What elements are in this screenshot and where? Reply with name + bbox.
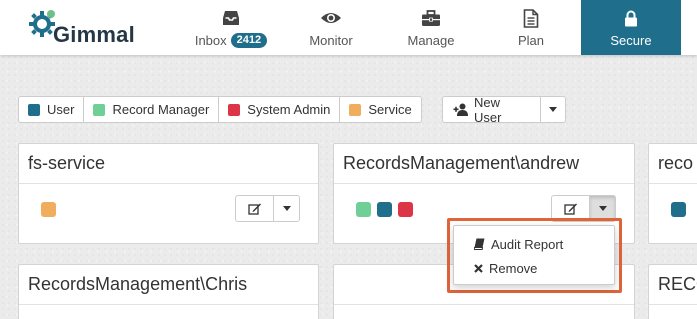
nav-plan-label: Plan xyxy=(517,33,545,48)
card-action-group xyxy=(551,195,616,222)
service-role-dot xyxy=(41,202,56,217)
user-card-title: RecordsManagement\andrew xyxy=(334,144,634,184)
role-indicators xyxy=(356,202,413,217)
role-legend-filter: User Record Manager System Admin Service xyxy=(18,96,422,123)
user-card: fs-service xyxy=(18,143,319,244)
user-card-title: reco xyxy=(649,144,697,184)
add-user-icon xyxy=(453,103,469,116)
nav-secure[interactable]: Secure xyxy=(581,0,681,55)
role-indicators xyxy=(41,202,56,217)
legend-system-admin-label: System Admin xyxy=(247,102,331,117)
user-role-dot xyxy=(377,202,392,217)
edit-user-button[interactable] xyxy=(552,196,590,221)
user-role-swatch xyxy=(28,103,40,116)
caret-down-icon xyxy=(282,206,291,211)
caret-down-icon xyxy=(549,107,557,112)
user-card: RecordsManagement\Chris xyxy=(18,264,319,319)
new-user-button-group: New User xyxy=(442,94,566,125)
card-actions-dropdown-menu: Audit Report Remove xyxy=(453,225,615,285)
nav-secure-label: Secure xyxy=(610,33,652,48)
edit-icon xyxy=(247,203,261,215)
gimmal-logo[interactable]: Gimmal xyxy=(28,8,143,48)
legend-service-label: Service xyxy=(368,102,412,117)
user-card: RECO xyxy=(648,264,697,319)
card-action-group xyxy=(235,195,300,222)
legend-user[interactable]: User xyxy=(19,97,85,122)
x-icon xyxy=(474,263,483,273)
legend-user-label: User xyxy=(47,102,75,117)
record-manager-role-swatch xyxy=(93,103,106,116)
user-card-title: RECO xyxy=(649,265,697,305)
brand-name: Gimmal xyxy=(53,22,135,47)
nav-inbox[interactable]: Inbox 2412 xyxy=(181,0,281,55)
audit-report-menu-item[interactable]: Audit Report xyxy=(454,232,614,256)
book-icon xyxy=(474,238,485,250)
remove-menu-item[interactable]: Remove xyxy=(454,256,614,280)
legend-service[interactable]: Service xyxy=(340,97,420,122)
nav-plan[interactable]: Plan xyxy=(481,0,581,55)
user-card-title: RecordsManagement\Chris xyxy=(19,265,318,305)
legend-system-admin[interactable]: System Admin xyxy=(219,97,341,122)
edit-icon xyxy=(563,203,577,215)
system-admin-role-dot xyxy=(398,202,413,217)
card-dropdown-toggle[interactable] xyxy=(274,196,299,221)
system-admin-role-swatch xyxy=(228,103,241,116)
inbox-icon xyxy=(222,8,240,28)
top-navigation-bar: Gimmal Inbox 2412 Monitor Manage Plan Se… xyxy=(0,0,697,55)
nav-monitor[interactable]: Monitor xyxy=(281,0,381,55)
audit-report-label: Audit Report xyxy=(491,236,564,252)
user-card-title: fs-service xyxy=(19,144,318,184)
inbox-count-badge: 2412 xyxy=(230,33,268,48)
role-indicators xyxy=(671,202,686,217)
legend-record-manager-label: Record Manager xyxy=(112,102,210,117)
remove-label: Remove xyxy=(489,260,538,276)
nav-inbox-label: Inbox xyxy=(194,33,227,48)
caret-down-icon xyxy=(598,206,607,211)
user-card: reco xyxy=(648,143,697,244)
edit-user-button[interactable] xyxy=(236,196,274,221)
nav-manage-label: Manage xyxy=(407,33,455,48)
nav-monitor-label: Monitor xyxy=(309,33,353,48)
service-role-swatch xyxy=(349,103,362,116)
new-user-button[interactable]: New User xyxy=(443,94,541,125)
record-manager-role-dot xyxy=(356,202,371,217)
nav-manage[interactable]: Manage xyxy=(381,0,481,55)
new-user-dropdown-toggle[interactable] xyxy=(541,97,565,122)
lock-icon xyxy=(624,8,638,28)
briefcase-icon xyxy=(421,8,441,28)
eye-icon xyxy=(320,8,342,28)
new-user-label: New User xyxy=(474,94,502,125)
card-dropdown-toggle[interactable] xyxy=(590,196,615,221)
legend-record-manager[interactable]: Record Manager xyxy=(84,97,220,122)
user-role-dot xyxy=(671,202,686,217)
document-icon xyxy=(523,8,539,28)
